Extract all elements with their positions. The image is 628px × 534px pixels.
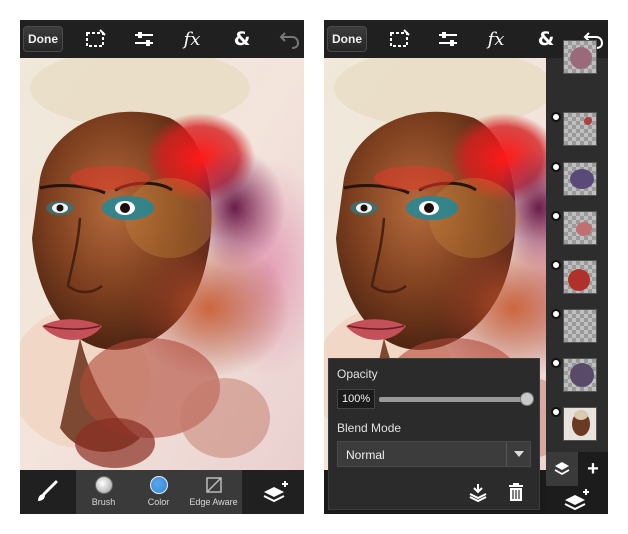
layer-thumbnail [563, 211, 597, 245]
layer-thumbnail [563, 309, 597, 343]
layers-button[interactable] [546, 486, 608, 514]
layers-icon[interactable] [546, 452, 578, 486]
merge-down-icon[interactable] [467, 481, 489, 503]
brush-label: Brush [91, 497, 116, 507]
layer-item[interactable] [546, 160, 608, 208]
opacity-slider[interactable] [379, 397, 527, 402]
selection-icon[interactable] [84, 27, 108, 51]
layers-add-icon [564, 489, 589, 511]
layers-add-icon [263, 481, 288, 503]
edge-aware-option[interactable]: Edge Aware [186, 470, 241, 514]
opacity-slider-handle[interactable] [520, 392, 534, 406]
layer-item[interactable] [546, 38, 608, 86]
layer-thumbnail [563, 260, 597, 294]
layer-item[interactable] [546, 356, 608, 404]
layers-footer: + [546, 452, 608, 514]
bottom-toolbar: Brush Color Edge Aware [20, 470, 304, 514]
left-screen: Done fx & Brush Color Edge Aware [20, 20, 304, 514]
effects-icon[interactable]: fx [180, 27, 204, 51]
photo-canvas[interactable] [20, 58, 304, 470]
edge-aware-icon [205, 476, 223, 494]
layer-visibility-toggle[interactable] [551, 407, 561, 417]
layer-properties-panel: Opacity 100% Blend Mode Normal [328, 358, 540, 510]
effects-icon[interactable]: fx [484, 27, 508, 51]
brush-option[interactable]: Brush [76, 470, 131, 514]
layer-thumbnail [563, 112, 597, 146]
adjustments-icon[interactable] [436, 27, 460, 51]
opacity-value-field[interactable]: 100% [337, 389, 375, 409]
layers-panel [546, 40, 608, 453]
layer-visibility-toggle[interactable] [551, 260, 561, 270]
layer-item[interactable] [546, 110, 608, 158]
layer-item-selected[interactable] [546, 405, 608, 453]
layers-button[interactable] [248, 470, 304, 514]
done-button[interactable]: Done [23, 26, 63, 52]
blend-mode-label: Blend Mode [337, 421, 402, 435]
layer-thumbnail [563, 40, 597, 74]
layer-item[interactable] [546, 258, 608, 306]
selection-icon[interactable] [388, 27, 412, 51]
adjustments-icon[interactable] [132, 27, 156, 51]
layer-visibility-toggle[interactable] [551, 309, 561, 319]
layer-visibility-toggle[interactable] [551, 112, 561, 122]
layer-visibility-toggle[interactable] [551, 358, 561, 368]
opacity-label: Opacity [337, 367, 378, 381]
layer-item[interactable] [546, 307, 608, 355]
layer-thumbnail [563, 407, 597, 441]
layer-item[interactable] [546, 209, 608, 257]
blend-mode-dropdown[interactable]: Normal [337, 441, 531, 467]
chevron-down-icon [506, 442, 530, 466]
right-screen: Done fx & + Opacity 100% Blend Mode Norm… [324, 20, 608, 514]
color-swatch-icon [149, 476, 168, 494]
top-toolbar: Done fx & [20, 20, 304, 58]
portrait-artwork [20, 58, 304, 470]
layer-thumbnail [563, 358, 597, 392]
color-option[interactable]: Color [131, 470, 186, 514]
color-label: Color [147, 497, 170, 507]
brush-tool-icon[interactable] [20, 470, 74, 514]
undo-icon[interactable] [278, 27, 302, 51]
edge-aware-label: Edge Aware [189, 497, 238, 507]
add-layer-button[interactable]: + [578, 452, 608, 486]
done-button[interactable]: Done [327, 26, 367, 52]
brush-swatch-icon [94, 476, 113, 494]
layer-visibility-toggle[interactable] [551, 162, 561, 172]
layer-visibility-toggle[interactable] [551, 211, 561, 221]
layer-thumbnail [563, 162, 597, 196]
brush-options: Brush Color Edge Aware [76, 470, 242, 514]
trash-icon[interactable] [505, 481, 527, 503]
blend-mode-value: Normal [346, 448, 385, 462]
opacity-slider-fill [379, 397, 527, 402]
text-icon[interactable]: & [230, 27, 254, 51]
